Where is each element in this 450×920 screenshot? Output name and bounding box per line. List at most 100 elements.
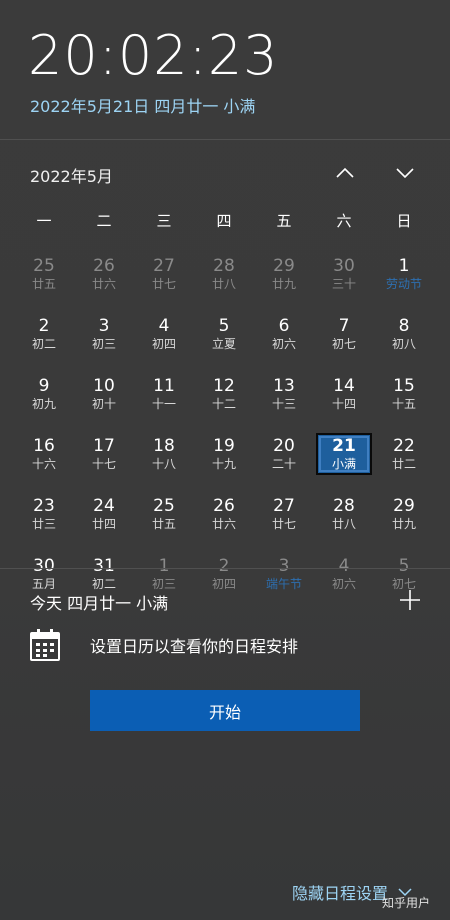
lunar-date: 十七 (91, 456, 116, 471)
day-number: 3 (98, 315, 110, 336)
day-number: 21 (332, 435, 356, 456)
day-number: 29 (273, 255, 295, 276)
lunar-date: 廿三 (31, 516, 56, 531)
day-cell[interactable]: 30 三十 (314, 244, 374, 304)
lunar-date: 廿八 (211, 276, 236, 291)
day-number: 9 (38, 375, 50, 396)
lunar-date: 初六 (271, 336, 296, 351)
day-cell[interactable]: 6 初六 (254, 304, 314, 364)
day-cell[interactable]: 17 十七 (74, 424, 134, 484)
add-event-button[interactable] (398, 588, 422, 612)
day-cell[interactable]: 9 初九 (14, 364, 74, 424)
day-cell[interactable]: 4 初六 (314, 544, 374, 604)
day-number: 15 (393, 375, 415, 396)
day-number: 12 (213, 375, 235, 396)
lunar-date: 初三 (91, 336, 116, 351)
today-wrapper: 21 小满 (314, 424, 374, 484)
day-number: 26 (213, 495, 235, 516)
lunar-date: 廿九 (391, 516, 416, 531)
day-number: 6 (278, 315, 290, 336)
day-cell[interactable]: 20 二十 (254, 424, 314, 484)
day-cell-today[interactable]: 21 小满 (316, 433, 372, 475)
day-cell[interactable]: 25 廿五 (14, 244, 74, 304)
day-number: 4 (338, 555, 350, 576)
day-cell[interactable]: 25 廿五 (134, 484, 194, 544)
lunar-date: 十五 (391, 396, 416, 411)
clock-time: 20:02:23 (28, 24, 279, 87)
day-cell[interactable]: 28 廿八 (194, 244, 254, 304)
full-date-link[interactable]: 2022年5月21日 四月廿一 小满 (30, 93, 255, 117)
day-number: 27 (273, 495, 295, 516)
day-cell[interactable]: 23 廿三 (14, 484, 74, 544)
day-cell[interactable]: 7 初七 (314, 304, 374, 364)
day-cell[interactable]: 4 初四 (134, 304, 194, 364)
start-button[interactable]: 开始 (90, 690, 360, 731)
day-cell[interactable]: 2 初四 (194, 544, 254, 604)
lunar-date: 初八 (391, 336, 416, 351)
day-cell[interactable]: 28 廿八 (314, 484, 374, 544)
day-cell[interactable]: 10 初十 (74, 364, 134, 424)
day-cell[interactable]: 27 廿七 (134, 244, 194, 304)
day-cell[interactable]: 11 十一 (134, 364, 194, 424)
day-cell[interactable]: 27 廿七 (254, 484, 314, 544)
day-cell[interactable]: 24 廿四 (74, 484, 134, 544)
day-number: 23 (33, 495, 55, 516)
lunar-date: 劳动节 (385, 276, 422, 291)
day-cell[interactable]: 3 端午节 (254, 544, 314, 604)
day-cell[interactable]: 14 十四 (314, 364, 374, 424)
day-number: 5 (218, 315, 230, 336)
day-cell[interactable]: 19 十九 (194, 424, 254, 484)
weekday-label: 五 (276, 212, 292, 230)
day-number: 1 (158, 555, 170, 576)
chevron-down-icon (396, 168, 414, 179)
month-title[interactable]: 2022年5月 (30, 163, 113, 187)
lunar-date: 廿九 (271, 276, 296, 291)
weekday-label: 六 (336, 212, 352, 230)
day-cell[interactable]: 5 立夏 (194, 304, 254, 364)
day-cell[interactable]: 26 廿六 (74, 244, 134, 304)
chevron-up-icon (336, 167, 354, 178)
day-cell[interactable]: 29 廿九 (254, 244, 314, 304)
day-cell[interactable]: 22 廿二 (374, 424, 434, 484)
day-cell[interactable]: 3 初三 (74, 304, 134, 364)
day-number: 31 (93, 555, 115, 576)
calendar-flyout: 20:02:23 2022年5月21日 四月廿一 小满 2022年5月 一 二 … (0, 0, 450, 920)
divider (0, 139, 450, 140)
day-number: 27 (153, 255, 175, 276)
day-cell[interactable]: 2 初二 (14, 304, 74, 364)
day-number: 13 (273, 375, 295, 396)
day-cell[interactable]: 1 劳动节 (374, 244, 434, 304)
lunar-date: 小满 (331, 456, 356, 471)
previous-month-button[interactable] (327, 158, 363, 188)
agenda-message: 设置日历以查看你的日程安排 (90, 637, 299, 656)
lunar-date: 三十 (331, 276, 356, 291)
weekday-header: 一 二 三 四 五 六 日 (14, 210, 434, 234)
day-cell[interactable]: 16 十六 (14, 424, 74, 484)
day-cell[interactable]: 13 十三 (254, 364, 314, 424)
day-number: 22 (393, 435, 415, 456)
day-cell[interactable]: 29 廿九 (374, 484, 434, 544)
lunar-date: 十四 (331, 396, 356, 411)
watermark: 知乎用户 (382, 896, 431, 910)
day-number: 25 (33, 255, 55, 276)
day-number: 2 (218, 555, 230, 576)
lunar-date: 廿五 (31, 276, 56, 291)
day-number: 30 (33, 555, 55, 576)
day-cell[interactable]: 12 十二 (194, 364, 254, 424)
next-month-button[interactable] (387, 158, 423, 188)
day-number: 7 (338, 315, 350, 336)
day-number: 28 (213, 255, 235, 276)
lunar-date: 初十 (91, 396, 116, 411)
day-cell[interactable]: 8 初八 (374, 304, 434, 364)
lunar-date: 廿七 (271, 516, 296, 531)
day-cell[interactable]: 26 廿六 (194, 484, 254, 544)
weekday-label: 三 (156, 212, 172, 230)
day-cell[interactable]: 15 十五 (374, 364, 434, 424)
day-number: 2 (38, 315, 50, 336)
day-cell[interactable]: 18 十八 (134, 424, 194, 484)
day-number: 17 (93, 435, 115, 456)
lunar-date: 廿七 (151, 276, 176, 291)
calendar-icon (30, 629, 60, 661)
day-number: 5 (398, 555, 410, 576)
weekday-label: 二 (96, 212, 112, 230)
